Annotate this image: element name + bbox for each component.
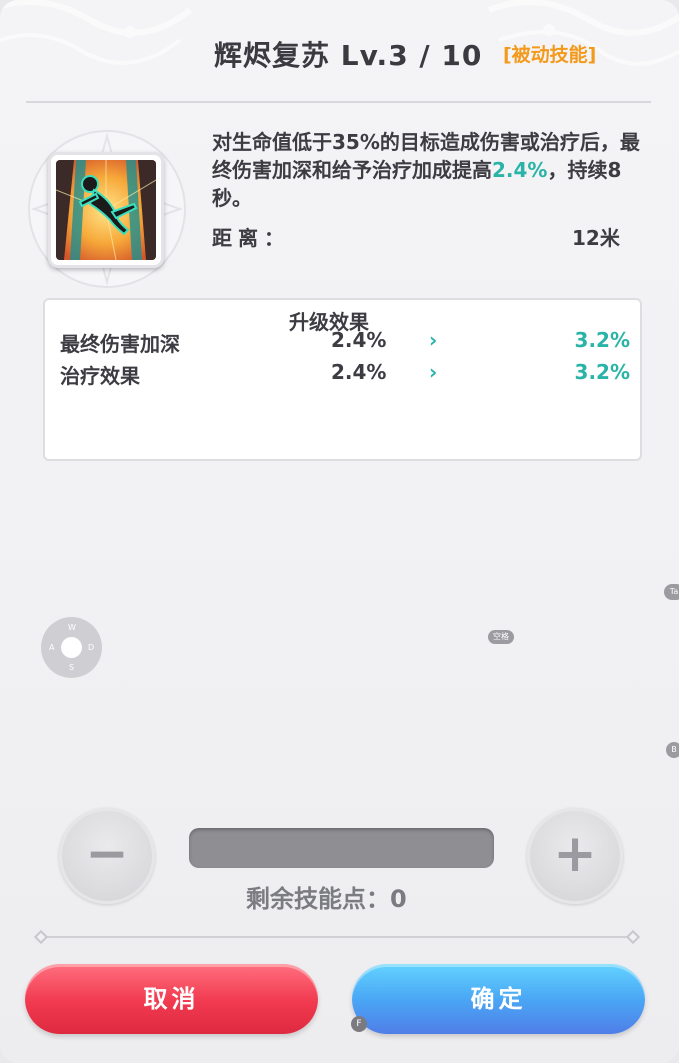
footer-divider (40, 936, 635, 938)
decrease-level-button[interactable]: − (59, 808, 155, 904)
header-divider (26, 101, 651, 103)
confirm-button[interactable]: 确定 (352, 964, 645, 1034)
falling-figure-skill-icon (56, 160, 156, 260)
upgrade-row: 治疗效果 2.4% › 3.2% (45, 360, 644, 388)
header: 辉烬复苏 Lv.3 / 10 [被动技能] (0, 34, 679, 74)
divider-diamond-left (33, 929, 49, 945)
key-d-label: D (88, 643, 95, 652)
description-highlight-value: 2.4% (492, 158, 548, 182)
range-label: 距离： (212, 226, 290, 250)
upgrade-row-current: 2.4% (331, 328, 387, 352)
upgrade-row-name: 治疗效果 (60, 364, 140, 388)
increase-level-button[interactable]: + (527, 808, 623, 904)
remaining-skill-points: 剩余技能点：0 (246, 885, 407, 913)
skill-type-badge: [被动技能] (503, 44, 597, 66)
key-w-label: W (68, 623, 76, 632)
divider-diamond-right (625, 929, 641, 945)
joystick-center (61, 637, 82, 658)
f-key-hint: F (351, 1016, 367, 1032)
upgrade-row-next: 3.2% (574, 328, 630, 352)
chevron-right-icon: › (429, 328, 438, 352)
upgrade-row-current: 2.4% (331, 360, 387, 384)
level-progress-bar (189, 828, 494, 868)
skill-description: 对生命值低于35%的目标造成伤害或治疗后，最终伤害加深和给予治疗加成提高2.4%… (212, 128, 644, 212)
skill-upgrade-panel: 辉烬复苏 Lv.3 / 10 [被动技能] 对生命值低于35%的目标造成伤害或治… (0, 0, 679, 1063)
chevron-right-icon: › (429, 360, 438, 384)
upgrade-row-next: 3.2% (574, 360, 630, 384)
space-key-hint: 空格 (488, 630, 514, 644)
range-value: 12米 (572, 226, 620, 250)
tab-key-hint: Ta (664, 584, 679, 600)
cancel-button[interactable]: 取消 (25, 964, 318, 1034)
upgrade-effects-box: 升级效果 最终伤害加深 2.4% › 3.2% 治疗效果 2.4% › 3.2% (43, 298, 642, 461)
skill-icon-container (26, 128, 188, 290)
wasd-joystick-hint[interactable]: W A D S (41, 617, 102, 678)
skill-icon-frame[interactable] (48, 152, 164, 268)
upgrade-row-name: 最终伤害加深 (60, 332, 180, 356)
key-a-label: A (49, 643, 55, 652)
b-key-hint: B (666, 742, 679, 758)
skill-title: 辉烬复苏 Lv.3 / 10 (214, 39, 483, 72)
key-s-label: S (69, 663, 75, 672)
upgrade-row: 最终伤害加深 2.4% › 3.2% (45, 328, 644, 356)
